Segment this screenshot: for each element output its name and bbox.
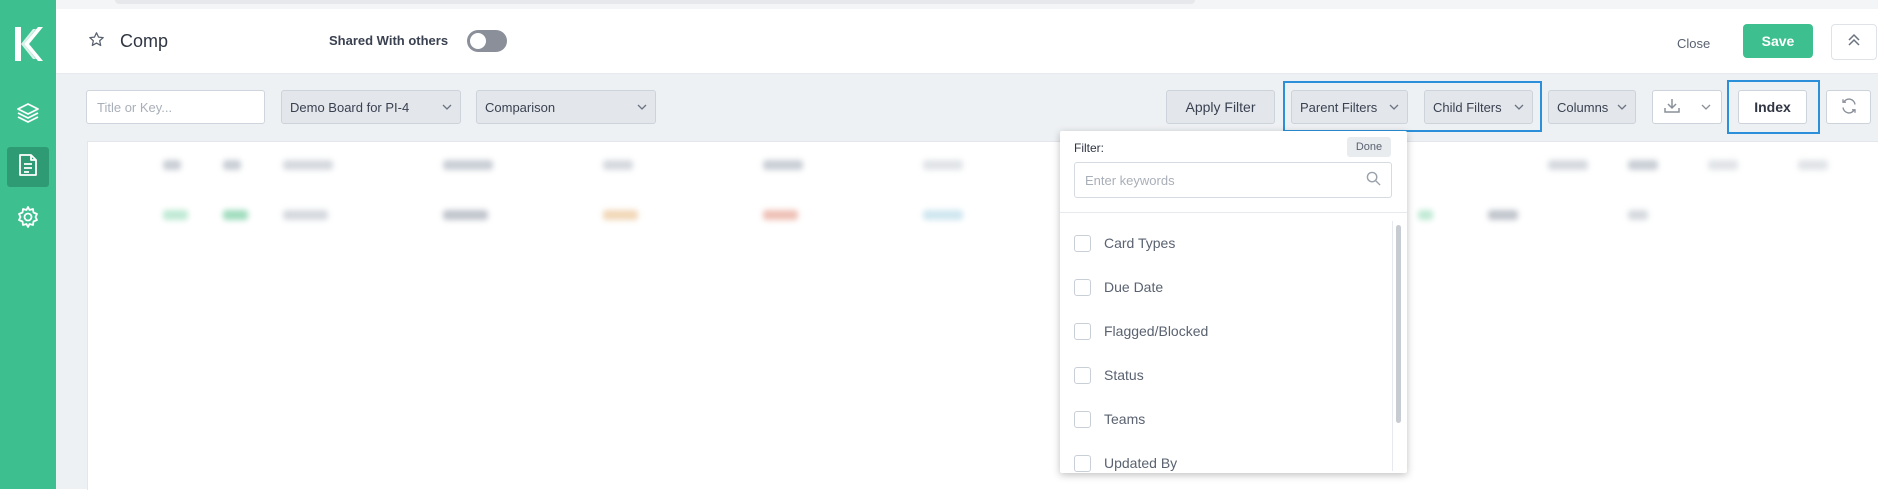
refresh-button[interactable]: [1826, 90, 1871, 124]
chevron-down-icon: [1701, 100, 1711, 115]
checkbox[interactable]: [1074, 322, 1091, 340]
save-button[interactable]: Save: [1743, 24, 1813, 58]
nav-layers[interactable]: [7, 95, 49, 135]
download-icon: [1663, 98, 1681, 117]
title-key-search-input[interactable]: Title or Key...: [86, 90, 265, 124]
child-filters-label: Child Filters: [1433, 99, 1502, 115]
checkbox[interactable]: [1074, 410, 1091, 428]
shared-toggle[interactable]: [467, 30, 507, 52]
chevron-down-icon: [1389, 100, 1399, 115]
document-icon: [17, 153, 39, 182]
filter-option-flagged-blocked[interactable]: Flagged/Blocked: [1074, 321, 1208, 341]
logo-icon[interactable]: [12, 24, 44, 64]
filter-dropdown: Filter: Done Enter keywords Card Types D…: [1060, 131, 1407, 473]
filter-option-due-date[interactable]: Due Date: [1074, 277, 1163, 297]
parent-filters-button[interactable]: Parent Filters: [1291, 90, 1408, 124]
board-select[interactable]: Demo Board for PI-4: [281, 90, 461, 124]
index-button[interactable]: Index: [1738, 90, 1807, 124]
done-button[interactable]: Done: [1347, 137, 1391, 157]
columns-label: Columns: [1557, 99, 1609, 115]
refresh-icon: [1840, 97, 1858, 118]
chevron-down-icon: [1514, 100, 1524, 115]
checkbox[interactable]: [1074, 454, 1091, 472]
option-label: Status: [1104, 367, 1144, 383]
download-button[interactable]: [1652, 90, 1722, 124]
filter-search-placeholder: Enter keywords: [1085, 172, 1175, 188]
option-label: Due Date: [1104, 279, 1164, 295]
scrollbar-thumb[interactable]: [1396, 225, 1401, 423]
page-title: Comp: [120, 31, 169, 51]
address-bar-edge: [115, 0, 1195, 4]
sidebar: [0, 0, 56, 489]
apply-filter-button[interactable]: Apply Filter: [1166, 90, 1275, 124]
chevron-down-icon: [1617, 100, 1627, 115]
nav-settings[interactable]: [7, 199, 49, 239]
search-icon: [1366, 171, 1381, 189]
results-table: [87, 141, 1878, 490]
gear-icon: [16, 205, 40, 234]
view-select[interactable]: Comparison: [476, 90, 656, 124]
filter-option-status[interactable]: Status: [1074, 365, 1144, 385]
parent-filters-label: Parent Filters: [1300, 99, 1378, 115]
shared-label: Shared With others: [329, 33, 449, 48]
table-header-row: [98, 150, 1869, 180]
filter-search-input[interactable]: Enter keywords: [1074, 162, 1392, 198]
filter-option-card-types[interactable]: Card Types: [1074, 233, 1175, 253]
option-label: Teams: [1104, 411, 1146, 427]
nav-reports[interactable]: [7, 147, 49, 187]
child-filters-button[interactable]: Child Filters: [1424, 90, 1533, 124]
checkbox[interactable]: [1074, 234, 1091, 252]
view-select-value: Comparison: [485, 99, 556, 115]
checkbox[interactable]: [1074, 278, 1091, 296]
table-row: [98, 200, 1869, 230]
option-label: Flagged/Blocked: [1104, 323, 1209, 339]
scroll-track: [1392, 221, 1393, 471]
option-label: Card Types: [1104, 235, 1176, 251]
chevron-down-icon: [637, 100, 647, 115]
checkbox[interactable]: [1074, 366, 1091, 384]
filter-option-updated-by[interactable]: Updated By: [1074, 453, 1177, 473]
filter-option-teams[interactable]: Teams: [1074, 409, 1145, 429]
page-header: Comp Shared With others Close Save: [56, 9, 1878, 74]
star-icon[interactable]: [88, 31, 105, 53]
layers-icon: [16, 101, 40, 130]
dropdown-divider: [1060, 212, 1407, 213]
option-label: Updated By: [1104, 455, 1178, 471]
chevron-up-icon: [1846, 32, 1862, 53]
chevron-down-icon: [442, 100, 452, 115]
filter-label: Filter:: [1074, 141, 1104, 155]
toggle-knob: [470, 33, 486, 49]
columns-button[interactable]: Columns: [1548, 90, 1636, 124]
collapse-button[interactable]: [1831, 24, 1877, 60]
close-button[interactable]: Close: [1677, 36, 1710, 51]
board-select-value: Demo Board for PI-4: [290, 99, 410, 115]
